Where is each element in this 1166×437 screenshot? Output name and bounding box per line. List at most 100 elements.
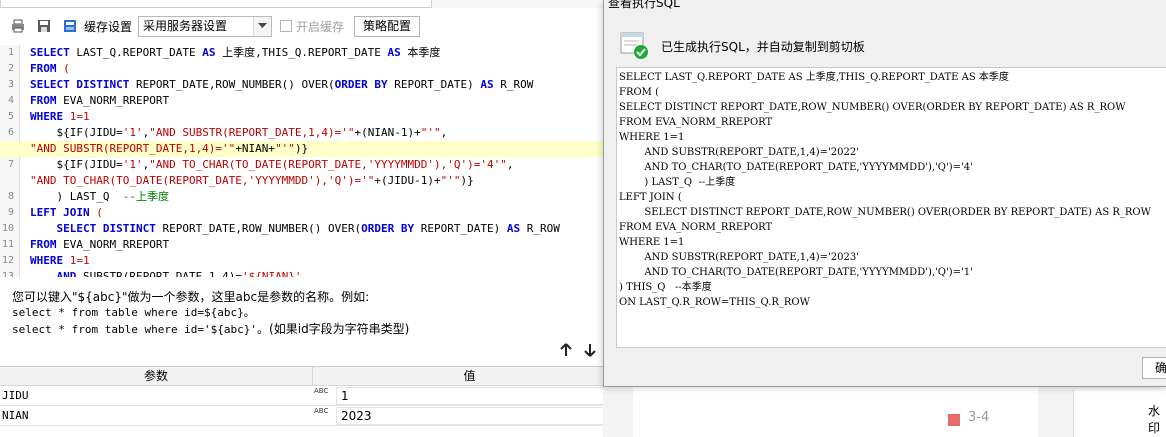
dialog-title: 查看执行SQL bbox=[608, 0, 680, 10]
editor-line[interactable]: 9 LEFT JOIN ( bbox=[0, 205, 603, 221]
line-number: 5 bbox=[7, 111, 14, 122]
editor-line[interactable]: 4 FROM EVA_NORM_RREPORT bbox=[0, 93, 603, 109]
line-number: 2 bbox=[7, 63, 14, 74]
code-token: --上季度 bbox=[122, 190, 169, 203]
code-token: AS bbox=[387, 46, 401, 59]
code-text: SELECT DISTINCT REPORT_DATE,ROW_NUMBER()… bbox=[30, 77, 533, 93]
hint-line-1: 您可以键入"${abc}"做为一个参数，这里abc是参数的名称。例如: bbox=[12, 290, 370, 304]
parameter-table-header: 参数 值 bbox=[0, 367, 626, 386]
type-label: ABC bbox=[314, 407, 329, 415]
code-token: +(JIDU-1)+ bbox=[374, 174, 441, 187]
code-token: '1' bbox=[122, 126, 143, 139]
editor-line[interactable]: 2 FROM ( bbox=[0, 61, 603, 77]
code-token: "'" bbox=[420, 126, 441, 139]
code-token: '1' bbox=[122, 158, 143, 171]
text-type-icon[interactable]: ABC bbox=[313, 387, 335, 405]
line-number: 13 bbox=[1, 271, 14, 277]
code-token: "AND TO_CHAR(TO_DATE(REPORT_DATE,'YYYYMM… bbox=[149, 158, 507, 171]
param-value-input[interactable]: 1 bbox=[336, 387, 624, 405]
cache-select-value: 采用服务器设置 bbox=[143, 18, 228, 33]
view-sql-dialog: 查看执行SQL 已生成执行SQL，并自动复制到剪切板 SELECT LAST_Q… bbox=[603, 0, 1166, 387]
line-number: 8 bbox=[7, 191, 14, 202]
code-token: LAST_Q.REPORT_DATE bbox=[69, 46, 203, 59]
table-row[interactable]: JIDU ABC 1 bbox=[0, 386, 626, 406]
code-token: ORDER BY bbox=[334, 78, 388, 91]
code-token: SELECT bbox=[30, 46, 70, 59]
line-number: 9 bbox=[7, 207, 14, 218]
editor-line[interactable]: 3 SELECT DISTINCT REPORT_DATE,ROW_NUMBER(… bbox=[0, 77, 603, 93]
editor-line[interactable]: "AND TO_CHAR(TO_DATE(REPORT_DATE,'YYYYMM… bbox=[0, 173, 603, 189]
code-token: EVA_NORM_RREPORT bbox=[56, 238, 170, 251]
type-label: ABC bbox=[314, 387, 329, 395]
save-icon[interactable] bbox=[36, 18, 52, 34]
code-token: ( bbox=[63, 62, 70, 75]
code-token: SELECT DISTINCT bbox=[56, 222, 156, 235]
sql-editor[interactable]: 1 SELECT LAST_Q.REPORT_DATE AS 上季度,THIS_Q… bbox=[0, 45, 603, 277]
code-text: WHERE 1=1 bbox=[30, 253, 90, 269]
code-text: "AND SUBSTR(REPORT_DATE,1,4)='"+NIAN+"'"… bbox=[30, 141, 308, 157]
code-token: +NIAN+ bbox=[235, 142, 276, 155]
enable-cache-label: 开启缓存 bbox=[296, 19, 345, 34]
code-token: AS bbox=[202, 46, 216, 59]
chevron-down-icon[interactable] bbox=[253, 16, 272, 36]
print-icon[interactable] bbox=[10, 18, 26, 34]
code-text: WHERE 1=1 bbox=[30, 109, 90, 125]
table-row[interactable]: NIAN ABC 2023 bbox=[0, 406, 626, 426]
text-type-icon[interactable]: ABC bbox=[313, 407, 335, 425]
column-header-value[interactable]: 值 bbox=[313, 367, 626, 386]
top-strip bbox=[0, 0, 603, 8]
executed-sql-text[interactable]: SELECT LAST_Q.REPORT_DATE AS 上季度,THIS_Q.… bbox=[616, 67, 1166, 348]
ok-button[interactable]: 确定 bbox=[1142, 357, 1166, 379]
param-value-input[interactable]: 2023 bbox=[336, 407, 624, 425]
code-token: REPORT_DATE) bbox=[387, 78, 481, 91]
code-token: AS bbox=[480, 78, 494, 91]
code-token: FROM bbox=[30, 238, 57, 251]
editor-line[interactable]: 5 WHERE 1=1 bbox=[0, 109, 603, 125]
param-name: NIAN bbox=[2, 409, 29, 422]
code-text: FROM ( bbox=[30, 61, 70, 77]
code-text: FROM EVA_NORM_RREPORT bbox=[30, 237, 169, 253]
code-text: SELECT DISTINCT REPORT_DATE,ROW_NUMBER()… bbox=[30, 221, 560, 237]
code-token: SUBSTR(REPORT_DATE,1,4)= bbox=[76, 270, 242, 277]
editor-line[interactable]: 8 ) LAST_Q --上季度 bbox=[0, 189, 603, 205]
code-token: FROM bbox=[30, 62, 57, 75]
code-text: LEFT JOIN ( bbox=[30, 205, 103, 221]
top-input-edge[interactable] bbox=[0, 0, 432, 8]
code-token: LEFT JOIN bbox=[30, 206, 90, 219]
editor-line[interactable]: 7 ${IF(JIDU='1',"AND TO_CHAR(TO_DATE(REP… bbox=[0, 157, 603, 173]
arrow-down-icon[interactable] bbox=[584, 343, 596, 359]
code-token: AS bbox=[506, 222, 521, 235]
line-number: 4 bbox=[7, 95, 14, 106]
code-text: ${IF(JIDU='1',"AND TO_CHAR(TO_DATE(REPOR… bbox=[30, 157, 513, 173]
editor-line[interactable]: 6 ${IF(JIDU='1', "AND SUBSTR(REPORT_DATE,… bbox=[0, 125, 603, 141]
code-token: ( bbox=[96, 206, 103, 219]
code-token: 上季度,THIS_Q.REPORT_DATE bbox=[215, 46, 388, 59]
strategy-config-button[interactable]: 策略配置 bbox=[354, 15, 421, 37]
check-success-icon bbox=[619, 31, 649, 61]
code-token: "'" bbox=[275, 142, 295, 155]
code-token: REPORT_DATE,ROW_NUMBER() OVER( bbox=[155, 222, 362, 235]
code-token: SELECT DISTINCT bbox=[30, 78, 130, 91]
editor-line[interactable]: 12 WHERE 1=1 bbox=[0, 253, 603, 269]
editor-line[interactable]: 13 AND SUBSTR(REPORT_DATE,1,4)='${NIAN}' bbox=[0, 269, 603, 277]
code-token: "AND SUBSTR(REPORT_DATE,1,4)='" bbox=[149, 126, 355, 139]
code-text: AND SUBSTR(REPORT_DATE,1,4)='${NIAN}' bbox=[30, 269, 302, 277]
code-token: WHERE bbox=[30, 254, 64, 267]
code-token: REPORT_DATE) bbox=[414, 222, 507, 235]
code-token: EVA_NORM_RREPORT bbox=[56, 94, 170, 107]
code-token: ${IF(JIDU= bbox=[30, 126, 123, 139]
editor-line[interactable]: "AND SUBSTR(REPORT_DATE,1,4)='"+NIAN+"'"… bbox=[0, 141, 603, 157]
enable-cache-checkbox[interactable]: 开启缓存 bbox=[280, 18, 344, 35]
checkbox-box[interactable] bbox=[280, 20, 293, 32]
editor-line[interactable]: 11 FROM EVA_NORM_RREPORT bbox=[0, 237, 603, 253]
badge-label: 3-4 bbox=[968, 410, 990, 425]
editor-line[interactable]: 1 SELECT LAST_Q.REPORT_DATE AS 上季度,THIS_Q… bbox=[0, 45, 603, 61]
code-text: "AND TO_CHAR(TO_DATE(REPORT_DATE,'YYYYMM… bbox=[30, 173, 474, 189]
code-token: 1=1 bbox=[69, 254, 90, 267]
column-header-name[interactable]: 参数 bbox=[0, 367, 313, 386]
background-card-label: 水印 bbox=[1148, 404, 1161, 435]
editor-line[interactable]: 10 SELECT DISTINCT REPORT_DATE,ROW_NUMBE… bbox=[0, 221, 603, 237]
arrow-up-icon[interactable] bbox=[560, 343, 572, 359]
code-token: ) LAST_Q bbox=[30, 190, 123, 203]
cache-select[interactable]: 采用服务器设置 bbox=[138, 15, 273, 37]
